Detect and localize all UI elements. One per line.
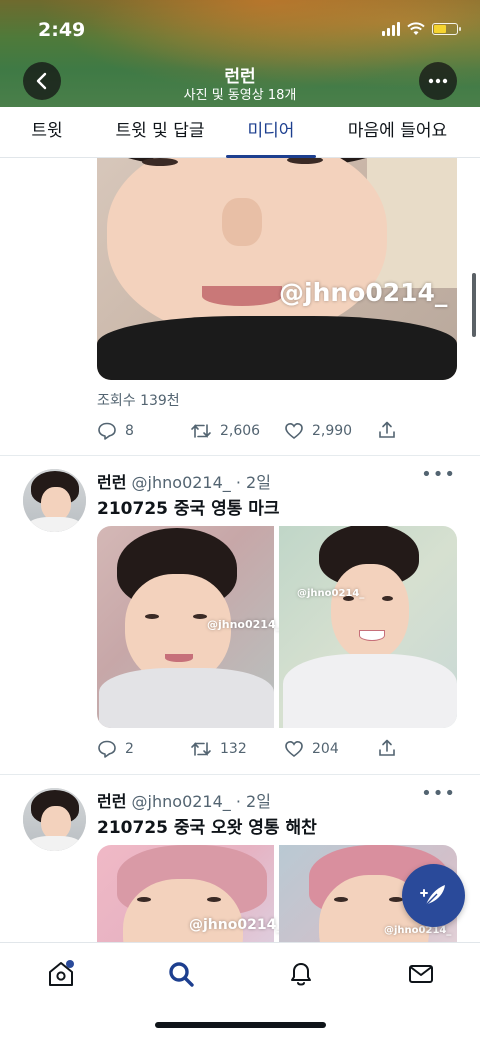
share-button[interactable] — [377, 738, 397, 758]
tweet-photo-left[interactable]: @jhno0214_ — [97, 845, 283, 942]
reply-icon — [98, 422, 116, 440]
home-indicator[interactable] — [155, 1022, 326, 1028]
tab-likes[interactable]: 마음에 들어요 — [335, 107, 460, 157]
retweet-icon — [191, 424, 211, 438]
share-icon — [379, 421, 395, 438]
photo-watermark: @jhno0214_ — [384, 925, 452, 936]
search-icon — [169, 962, 194, 987]
reply-icon — [98, 740, 116, 758]
more-horizontal-icon — [428, 78, 448, 84]
compose-feather-icon — [419, 884, 445, 905]
video-watermark: @jhno0214_ — [279, 278, 448, 307]
retweet-button[interactable]: 2,606 — [190, 421, 260, 441]
reply-count: 8 — [125, 423, 134, 439]
more-options-button[interactable] — [419, 62, 457, 100]
reply-button[interactable]: 2 — [97, 739, 134, 759]
battery-icon — [432, 23, 461, 35]
profile-tabs: 트윗 트윗 및 답글 미디어 마음에 들어요 — [0, 107, 480, 158]
tweet-photo-left[interactable]: @jhno0214_ — [97, 526, 281, 728]
handle[interactable]: @jhno0214_ — [132, 473, 231, 492]
display-name[interactable]: 런런 — [97, 473, 126, 492]
nav-messages[interactable] — [406, 959, 436, 989]
view-count: 조회수 139천 — [97, 393, 180, 409]
avatar[interactable] — [23, 469, 86, 532]
cellular-signal-icon — [382, 22, 400, 36]
nav-notifications[interactable] — [286, 959, 316, 989]
nav-home[interactable] — [46, 959, 76, 989]
retweet-icon — [191, 742, 211, 756]
retweet-count: 2,606 — [220, 423, 261, 439]
share-icon — [379, 739, 395, 756]
like-count: 204 — [312, 741, 339, 757]
tweet-photo-right[interactable]: @jhno0214_ — [279, 526, 457, 728]
tweet-divider — [0, 774, 480, 775]
share-button[interactable] — [377, 420, 397, 440]
tweet-header: 런런 @jhno0214_ · 2일 — [97, 469, 271, 493]
reply-count: 2 — [125, 741, 134, 757]
scrollbar[interactable] — [472, 273, 476, 337]
bell-icon — [291, 963, 311, 986]
photo-watermark: @jhno0214_ — [297, 588, 365, 599]
photo-watermark: @jhno0214_ — [189, 917, 284, 933]
mail-icon — [409, 965, 433, 983]
photo-watermark: @jhno0214_ — [207, 618, 282, 631]
tweet-video[interactable]: @jhno0214_ — [97, 158, 457, 380]
tweet-text: 210725 중국 영통 마크 — [97, 499, 280, 519]
profile-header: 2:49 런런 사진 및 동영상 18개 — [0, 0, 480, 107]
retweet-count: 132 — [220, 741, 247, 757]
retweet-button[interactable]: 132 — [190, 739, 247, 759]
like-button[interactable]: 2,990 — [284, 421, 352, 441]
like-count: 2,990 — [312, 423, 353, 439]
handle[interactable]: @jhno0214_ — [132, 792, 231, 811]
compose-tweet-button[interactable] — [402, 864, 465, 927]
tweet-more-button[interactable]: ••• — [421, 783, 456, 804]
tweet-text: 210725 중국 오왓 영통 해찬 — [97, 818, 317, 838]
tab-media[interactable]: 미디어 — [226, 107, 316, 157]
tweet-time: · 2일 — [235, 473, 271, 492]
tweet-more-button[interactable]: ••• — [421, 464, 456, 485]
tab-tweets-and-replies[interactable]: 트윗 및 답글 — [105, 107, 215, 157]
tweet-divider — [0, 455, 480, 456]
heart-icon — [285, 740, 303, 758]
tweet-header: 런런 @jhno0214_ · 2일 — [97, 788, 271, 812]
display-name[interactable]: 런런 — [97, 792, 126, 811]
tweet-photo-grid[interactable]: @jhno0214_ @jhno0214_ — [97, 526, 457, 728]
tweet-time: · 2일 — [235, 792, 271, 811]
header-subtitle: 사진 및 동영상 18개 — [183, 88, 297, 103]
reply-button[interactable]: 8 — [97, 421, 134, 441]
heart-icon — [285, 422, 303, 440]
media-feed[interactable]: @jhno0214_ 조회수 139천 8 2,606 2,990 런런 @jh… — [0, 158, 480, 942]
tab-tweets[interactable]: 트윗 — [12, 107, 82, 157]
nav-search[interactable] — [166, 959, 196, 989]
home-icon — [49, 960, 74, 986]
wifi-icon — [407, 22, 425, 35]
avatar[interactable] — [23, 788, 86, 851]
status-time: 2:49 — [38, 19, 86, 41]
like-button[interactable]: 204 — [284, 739, 339, 759]
status-icons — [382, 20, 461, 38]
